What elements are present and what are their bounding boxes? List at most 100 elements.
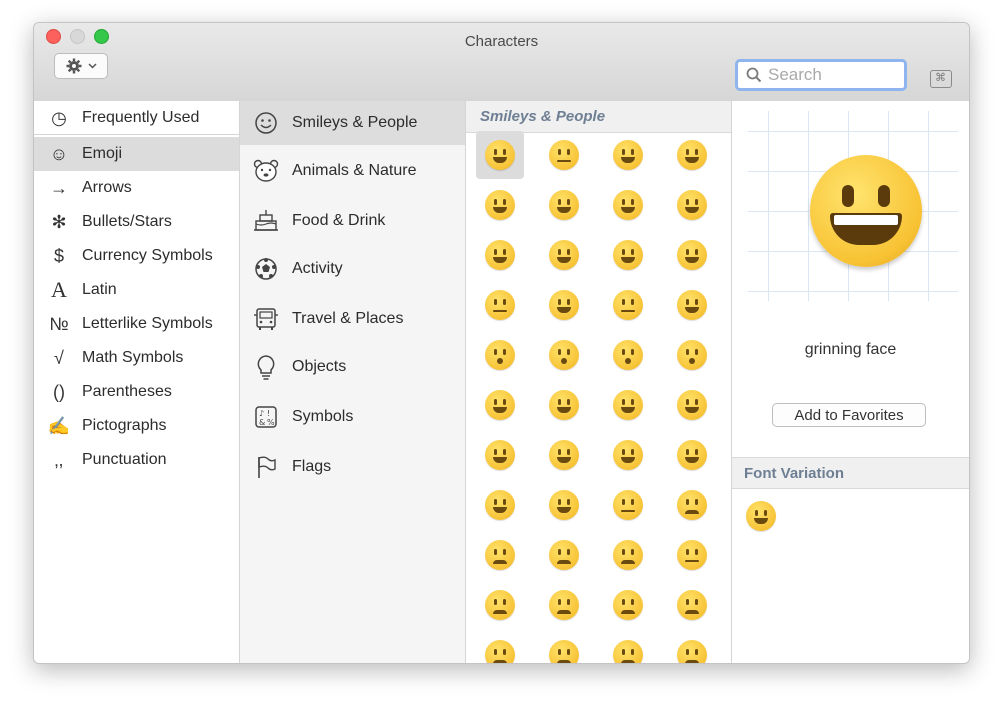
emoji-confused[interactable] <box>668 531 716 579</box>
parentheses-icon: () <box>53 381 65 402</box>
category-pictographs[interactable]: ✍ Pictographs <box>34 409 239 443</box>
sunglasses-icon <box>677 440 707 470</box>
emoji-stuck-out-closed[interactable] <box>604 381 652 429</box>
add-to-favorites-button[interactable]: Add to Favorites <box>772 403 926 427</box>
emoji-rofl[interactable] <box>668 181 716 229</box>
relaxed-icon <box>485 240 515 270</box>
subcategory-food-drink[interactable]: Food & Drink <box>240 199 465 243</box>
subcategory-travel-places[interactable]: Travel & Places <box>240 297 465 341</box>
subcategory-smileys-people[interactable]: Smileys & People <box>240 101 465 145</box>
smiley-icon: ☺ <box>49 143 69 164</box>
character-preview <box>748 111 958 301</box>
emoji-grinning[interactable] <box>476 131 524 179</box>
emoji-clown[interactable] <box>476 481 524 529</box>
smirk-icon <box>613 490 643 520</box>
emoji-laughing[interactable] <box>476 181 524 229</box>
emoji-cowboy[interactable] <box>540 481 588 529</box>
emoji-smile[interactable] <box>604 131 652 179</box>
search-input[interactable] <box>768 65 888 85</box>
clock-icon: ◷ <box>51 107 67 128</box>
category-label: Math Symbols <box>82 349 184 366</box>
search-field[interactable] <box>735 59 907 91</box>
category-currency-symbols[interactable]: $ Currency Symbols <box>34 239 239 273</box>
emoji-confounded[interactable] <box>668 581 716 629</box>
category-arrows[interactable]: → Arrows <box>34 171 239 205</box>
emoji-kissing-smiling[interactable] <box>604 331 652 379</box>
emoji-triumph[interactable] <box>604 631 652 663</box>
emoji-innocent[interactable] <box>604 231 652 279</box>
category-label: Bullets/Stars <box>82 213 172 230</box>
emoji-blush[interactable] <box>540 231 588 279</box>
category-latin[interactable]: A Latin <box>34 273 239 307</box>
category-parentheses[interactable]: () Parentheses <box>34 375 239 409</box>
emoji-joy[interactable] <box>604 181 652 229</box>
bear-icon <box>252 159 280 183</box>
symbols-icon: ♪! &% <box>252 405 280 429</box>
subcategory-animals-nature[interactable]: Animals & Nature <box>240 149 465 193</box>
category-punctuation[interactable]: ‚, Punctuation <box>34 443 239 477</box>
smile-icon <box>613 140 643 170</box>
emoji-yum[interactable] <box>476 381 524 429</box>
bus-icon <box>252 307 280 331</box>
persevere-icon <box>613 590 643 620</box>
stuck-out-icon <box>677 390 707 420</box>
emoji-nerd[interactable] <box>604 431 652 479</box>
emoji-wink[interactable] <box>540 281 588 329</box>
emoji-slight-smile[interactable] <box>668 231 716 279</box>
category-bullets-stars[interactable]: ✻ Bullets/Stars <box>34 205 239 239</box>
category-emoji[interactable]: ☺ Emoji <box>34 137 239 171</box>
emoji-upside-down[interactable] <box>476 281 524 329</box>
emoji-heart-eyes[interactable] <box>668 281 716 329</box>
emoji-pensive[interactable] <box>540 531 588 579</box>
svg-text:!: ! <box>267 409 270 418</box>
action-menu-button[interactable] <box>54 53 108 79</box>
kissing-closed-icon <box>677 340 707 370</box>
cake-icon <box>252 209 280 233</box>
category-letterlike-symbols[interactable]: № Letterlike Symbols <box>34 307 239 341</box>
emoji-disappointed[interactable] <box>476 531 524 579</box>
emoji-grin[interactable] <box>668 131 716 179</box>
gear-icon <box>66 58 81 74</box>
subcategory-flags[interactable]: Flags <box>240 445 465 489</box>
category-label: Frequently Used <box>82 109 200 126</box>
font-variation-grinning-face[interactable] <box>746 501 776 531</box>
emoji-weary[interactable] <box>540 631 588 663</box>
grin-icon <box>677 140 707 170</box>
tired-icon <box>485 640 515 663</box>
keyboard-viewer-icon[interactable] <box>930 70 952 88</box>
emoji-grimacing[interactable] <box>540 131 588 179</box>
emoji-worried[interactable] <box>604 531 652 579</box>
emoji-slight-frown[interactable] <box>476 581 524 629</box>
emoji-kissing-heart[interactable] <box>476 331 524 379</box>
emoji-stuck-out-wink[interactable] <box>540 381 588 429</box>
laughing-icon <box>485 190 515 220</box>
subcategory-symbols[interactable]: ♪! &% Symbols <box>240 395 465 439</box>
emoji-tired[interactable] <box>476 631 524 663</box>
emoji-smirk[interactable] <box>604 481 652 529</box>
slight-frown-icon <box>485 590 515 620</box>
emoji-persevere[interactable] <box>604 581 652 629</box>
category-label: Punctuation <box>82 451 167 468</box>
emoji-relieved[interactable] <box>604 281 652 329</box>
slight-smile-icon <box>677 240 707 270</box>
arrow-icon: → <box>50 177 68 198</box>
emoji-relaxed[interactable] <box>476 231 524 279</box>
emoji-kissing-closed[interactable] <box>668 331 716 379</box>
emoji-money-mouth[interactable] <box>476 431 524 479</box>
emoji-sweat-smile[interactable] <box>540 181 588 229</box>
subcategory-objects[interactable]: Objects <box>240 345 465 389</box>
subcategory-activity[interactable]: Activity <box>240 247 465 291</box>
latin-a-icon: A <box>51 277 67 302</box>
category-frequently-used[interactable]: ◷ Frequently Used <box>34 101 239 135</box>
emoji-sunglasses[interactable] <box>668 431 716 479</box>
emoji-kissing[interactable] <box>540 331 588 379</box>
heart-eyes-icon <box>677 290 707 320</box>
emoji-unamused[interactable] <box>668 481 716 529</box>
emoji-angry[interactable] <box>668 631 716 663</box>
category-label: Latin <box>82 281 117 298</box>
subcategory-label: Food & Drink <box>292 212 386 229</box>
category-math-symbols[interactable]: √ Math Symbols <box>34 341 239 375</box>
emoji-frowning[interactable] <box>540 581 588 629</box>
emoji-stuck-out[interactable] <box>668 381 716 429</box>
emoji-hugging[interactable] <box>540 431 588 479</box>
